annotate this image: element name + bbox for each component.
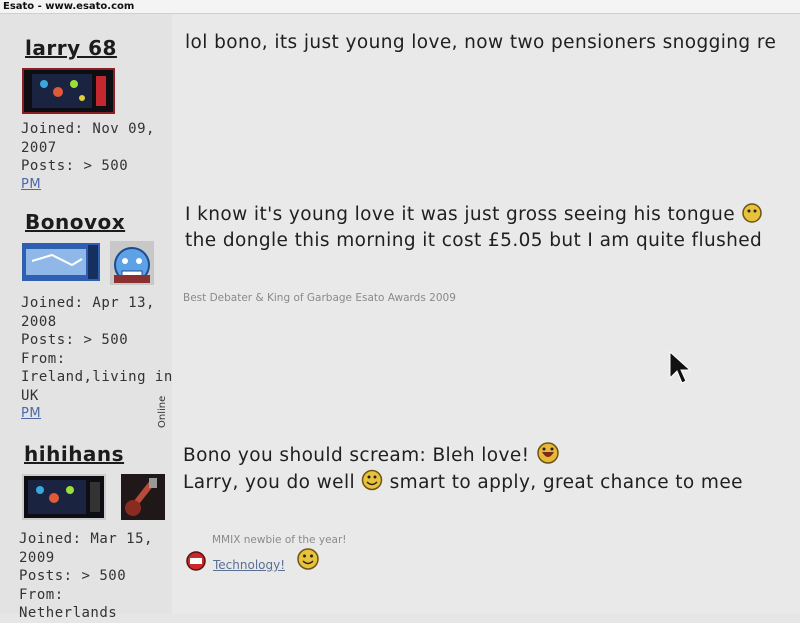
mouse-cursor-icon	[668, 350, 692, 390]
pm-link[interactable]: PM	[21, 176, 155, 195]
pm-link[interactable]: PM	[21, 405, 173, 424]
smiley-icon	[742, 203, 763, 223]
signature-text: Best Debater & King of Garbage Esato Awa…	[183, 292, 456, 304]
joined-year: 2009	[19, 549, 55, 566]
user-avatar-image	[22, 474, 106, 520]
joined-date: Joined: Nov 09,	[21, 121, 155, 137]
phone-wallpaper-icon	[24, 70, 113, 112]
smiley-icon	[296, 547, 320, 575]
from-location: Netherlands	[19, 605, 118, 621]
post-text-hihihans: Bono you should scream: Bleh love! Larry…	[183, 442, 743, 496]
user-info-larry68: Joined: Nov 09, 2007 Posts: > 500 PM	[21, 120, 155, 194]
signature-text: MMIX newbie of the year!	[212, 534, 347, 546]
joined-year: 2007	[21, 139, 57, 156]
user-info-bonovox: Joined: Apr 13, 2008 Posts: > 500 From: …	[21, 294, 173, 424]
sad-face-icon	[110, 241, 154, 285]
from-location: Ireland,living in	[21, 369, 173, 385]
from-location-2: UK	[21, 387, 39, 404]
technology-link[interactable]: Technology!	[213, 558, 285, 572]
online-status: Online	[157, 395, 168, 428]
username-hihihans[interactable]: hihihans	[24, 442, 124, 466]
smiley-icon	[362, 469, 383, 491]
username-larry68[interactable]: larry 68	[25, 36, 117, 60]
post-line: lol bono, its just young love, now two p…	[185, 32, 777, 53]
user-info-hihihans: Joined: Mar 15, 2009 Posts: > 500 From: …	[19, 530, 153, 623]
from-label: From:	[19, 586, 64, 603]
post-text-larry68: lol bono, its just young love, now two p…	[185, 30, 776, 56]
username-bonovox[interactable]: Bonovox	[25, 210, 125, 234]
post-line: the dongle this morning it cost £5.05 bu…	[185, 230, 763, 251]
laughing-smiley-icon	[537, 442, 559, 464]
post-text-bonovox: I know it's young love it was just gross…	[185, 202, 763, 254]
post-line: Larry, you do well smart to apply, great…	[183, 469, 743, 496]
sig-badge-icon	[185, 551, 207, 575]
post-line: Bono you should scream: Bleh love!	[183, 442, 743, 469]
joined-date: Joined: Mar 15,	[19, 531, 153, 547]
post-content-area	[172, 14, 800, 614]
post-count: Posts: > 500	[21, 158, 129, 174]
joined-date: Joined: Apr 13,	[21, 295, 155, 311]
guitar-avatar-icon	[121, 474, 165, 520]
phone-wallpaper-icon	[24, 476, 104, 518]
joined-year: 2008	[21, 313, 57, 330]
post-count: Posts: > 500	[19, 568, 127, 584]
post-count: Posts: > 500	[21, 332, 129, 348]
window-title: Esato - www.esato.com	[0, 0, 800, 14]
ticket-image-icon	[22, 243, 100, 281]
from-label: From:	[21, 350, 66, 367]
user-avatar-image	[22, 243, 100, 281]
user-avatar-image	[22, 68, 115, 114]
post-line: I know it's young love it was just gross…	[185, 202, 763, 228]
